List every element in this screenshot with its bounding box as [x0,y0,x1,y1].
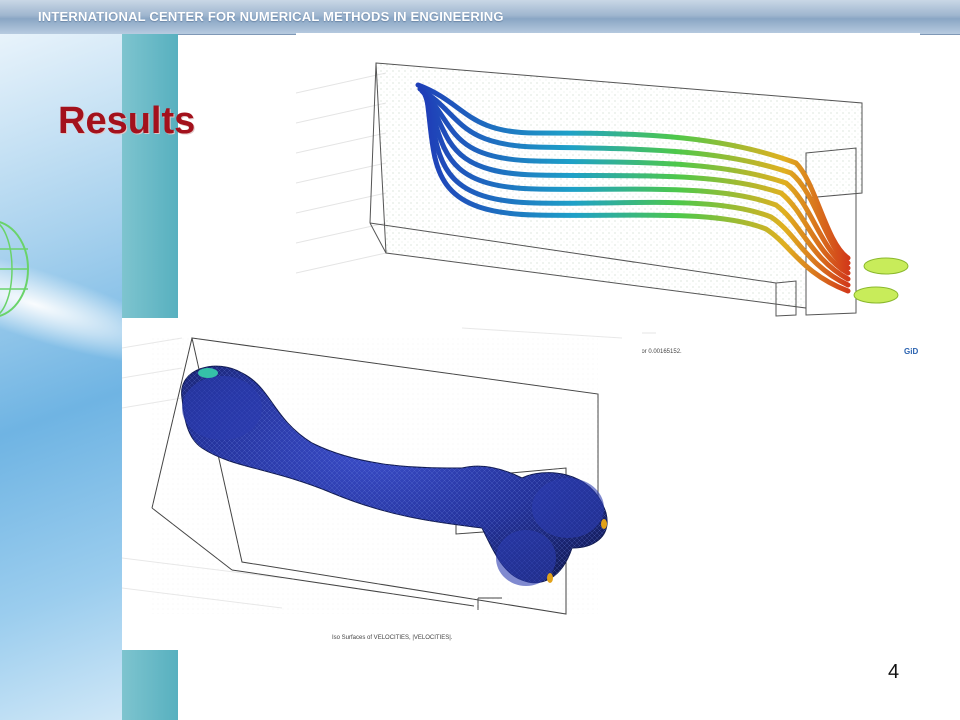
isosurface-render [122,327,623,615]
streamlines-render [296,62,909,334]
slide-title: Results [58,100,196,142]
banner-text: INTERNATIONAL CENTER FOR NUMERICAL METHO… [38,9,504,24]
page-number: 4 [888,661,900,683]
figure-top-caption: ior 0.00165152. [640,349,682,355]
header-banner: INTERNATIONAL CENTER FOR NUMERICAL METHO… [0,0,960,35]
isosurface-figure: Iso Surfaces of VELOCITIES, |VELOCITIES|… [122,318,642,650]
gid-logo: GiD [904,347,919,356]
streamlines-figure: ior 0.00165152. GiD [296,33,920,363]
figure-bottom-caption: Iso Surfaces of VELOCITIES, |VELOCITIES|… [332,635,453,641]
teal-accent-strip [122,34,178,324]
teal-accent-strip-bottom [122,650,178,720]
wireframe-globe-icon [0,221,29,317]
